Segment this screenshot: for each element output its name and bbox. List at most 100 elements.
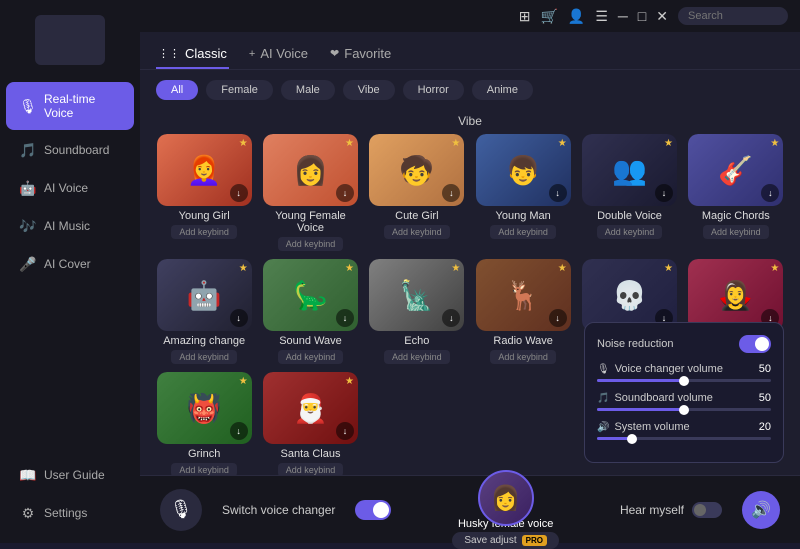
- filter-male[interactable]: Male: [281, 80, 335, 100]
- voice-thumb-sally: 🧛‍♀️ ★ ↓: [688, 259, 783, 331]
- voice-download-young-man[interactable]: ↓: [549, 184, 567, 202]
- filter-row: All Female Male Vibe Horror Anime: [140, 70, 800, 106]
- filter-anime[interactable]: Anime: [472, 80, 533, 100]
- menu-icon[interactable]: ☰: [595, 8, 608, 25]
- topbar-icons: ⊞ 🛒 👤 ☰ ─ □ ✕: [519, 8, 668, 25]
- voice-star-magic-chords: ★: [770, 138, 779, 149]
- sidebar-item-ai-cover[interactable]: 🎤 AI Cover: [6, 246, 134, 282]
- ai-cover-icon: 🎤: [20, 256, 36, 272]
- save-adjust-button[interactable]: Save adjust PRO: [452, 532, 559, 549]
- voice-download-grinch[interactable]: ↓: [230, 422, 248, 440]
- hear-myself-label: Hear myself: [620, 503, 684, 517]
- noise-reduction-toggle[interactable]: [739, 335, 771, 353]
- system-volume-row: 🔊 System volume 20: [597, 421, 771, 440]
- voice-thumb-cute-girl: 🧒 ★ ↓: [369, 134, 464, 206]
- filter-horror[interactable]: Horror: [403, 80, 464, 100]
- voice-keybind-magic-chords[interactable]: Add keybind: [703, 225, 769, 239]
- voice-download-sound-wave[interactable]: ↓: [336, 309, 354, 327]
- voice-changer-volume-thumb[interactable]: [679, 376, 689, 386]
- voice-card-sound-wave[interactable]: 🦕 ★ ↓ Sound Wave Add keybind: [262, 259, 358, 364]
- voice-keybind-sound-wave[interactable]: Add keybind: [278, 350, 344, 364]
- sidebar-item-settings[interactable]: ⚙ Settings: [6, 495, 134, 531]
- search-input[interactable]: [678, 7, 788, 25]
- active-voice-avatar: 👩: [478, 470, 534, 526]
- voice-card-young-female[interactable]: 👩 ★ ↓ Young Female Voice Add keybind: [262, 134, 358, 251]
- voice-keybind-radio-wave[interactable]: Add keybind: [490, 350, 556, 364]
- voice-keybind-young-girl[interactable]: Add keybind: [171, 225, 237, 239]
- close-icon[interactable]: ✕: [656, 8, 668, 25]
- system-volume-thumb[interactable]: [627, 434, 637, 444]
- soundboard-volume-track[interactable]: [597, 408, 771, 411]
- voice-changer-volume-row: 🎙 Voice changer volume 50: [597, 363, 771, 382]
- voice-card-amazing-change[interactable]: 🤖 ★ ↓ Amazing change Add keybind: [156, 259, 252, 364]
- voice-download-amazing-change[interactable]: ↓: [230, 309, 248, 327]
- shop-icon[interactable]: 🛒: [540, 8, 557, 25]
- voice-download-radio-wave[interactable]: ↓: [549, 309, 567, 327]
- voice-changer-toggle[interactable]: [355, 500, 391, 520]
- system-volume-track[interactable]: [597, 437, 771, 440]
- mic-button[interactable]: 🎙: [160, 489, 202, 531]
- voice-card-young-man[interactable]: 👦 ★ ↓ Young Man Add keybind: [475, 134, 571, 251]
- sidebar-label-soundboard: Soundboard: [44, 143, 109, 157]
- voice-keybind-cute-girl[interactable]: Add keybind: [384, 225, 450, 239]
- sidebar-label-ai-music: AI Music: [44, 219, 90, 233]
- sidebar-item-soundboard[interactable]: 🎵 Soundboard: [6, 132, 134, 168]
- voice-card-cute-girl[interactable]: 🧒 ★ ↓ Cute Girl Add keybind: [369, 134, 465, 251]
- user-icon[interactable]: 👤: [568, 8, 585, 25]
- voice-download-young-female[interactable]: ↓: [336, 184, 354, 202]
- nav-tab-label-favorite: Favorite: [344, 46, 391, 61]
- filter-vibe[interactable]: Vibe: [343, 80, 395, 100]
- sidebar-item-realtime-voice[interactable]: 🎙 Real-time Voice: [6, 82, 134, 130]
- voice-card-santa-claus[interactable]: 🎅 ★ ↓ Santa Claus Add keybind: [262, 372, 358, 477]
- voice-star-echo: ★: [451, 263, 460, 274]
- voice-star-radio-wave: ★: [558, 263, 567, 274]
- voice-download-santa-claus[interactable]: ↓: [336, 422, 354, 440]
- soundboard-volume-value: 50: [759, 392, 771, 404]
- voice-download-double-voice[interactable]: ↓: [655, 184, 673, 202]
- speaker-button[interactable]: 🔊: [742, 491, 780, 529]
- voice-star-grinch: ★: [239, 376, 248, 387]
- voice-card-magic-chords[interactable]: 🎸 ★ ↓ Magic Chords Add keybind: [688, 134, 784, 251]
- voice-download-young-girl[interactable]: ↓: [230, 184, 248, 202]
- discord-icon[interactable]: ⊞: [519, 8, 531, 25]
- voice-keybind-amazing-change[interactable]: Add keybind: [171, 350, 237, 364]
- voice-star-sound-wave: ★: [345, 263, 354, 274]
- voice-thumb-double-voice: 👥 ★ ↓: [582, 134, 677, 206]
- sidebar-item-user-guide[interactable]: 📖 User Guide: [6, 457, 134, 493]
- voice-thumb-young-girl: 👩‍🦰 ★ ↓: [157, 134, 252, 206]
- voice-name-radio-wave: Radio Wave: [493, 335, 553, 347]
- soundboard-volume-thumb[interactable]: [679, 405, 689, 415]
- voice-card-double-voice[interactable]: 👥 ★ ↓ Double Voice Add keybind: [581, 134, 677, 251]
- sidebar: 🎙 Real-time Voice 🎵 Soundboard 🤖 AI Voic…: [0, 0, 140, 543]
- minimize-icon[interactable]: ─: [618, 8, 628, 24]
- hear-myself-toggle[interactable]: [692, 502, 722, 518]
- voice-changer-volume-track[interactable]: [597, 379, 771, 382]
- bottom-bar: 🎙 Switch voice changer 👩 Husky female vo…: [140, 475, 800, 543]
- filter-all[interactable]: All: [156, 80, 198, 100]
- nav-tab-classic[interactable]: ⋮⋮Classic: [156, 40, 229, 69]
- voice-keybind-double-voice[interactable]: Add keybind: [597, 225, 663, 239]
- sidebar-label-realtime-voice: Real-time Voice: [44, 92, 120, 120]
- nav-tab-ai-voice[interactable]: +AI Voice: [247, 40, 310, 69]
- maximize-icon[interactable]: □: [638, 8, 646, 24]
- filter-female[interactable]: Female: [206, 80, 273, 100]
- voice-name-magic-chords: Magic Chords: [702, 210, 770, 222]
- topbar: ⊞ 🛒 👤 ☰ ─ □ ✕: [140, 0, 800, 32]
- realtime-voice-icon: 🎙: [20, 98, 36, 114]
- voice-thumb-echo: 🗽 ★ ↓: [369, 259, 464, 331]
- voice-keybind-young-man[interactable]: Add keybind: [490, 225, 556, 239]
- voice-keybind-young-female[interactable]: Add keybind: [278, 237, 344, 251]
- voice-card-young-girl[interactable]: 👩‍🦰 ★ ↓ Young Girl Add keybind: [156, 134, 252, 251]
- sidebar-item-ai-music[interactable]: 🎶 AI Music: [6, 208, 134, 244]
- system-volume-label: 🔊 System volume: [597, 421, 690, 433]
- voice-card-echo[interactable]: 🗽 ★ ↓ Echo Add keybind: [369, 259, 465, 364]
- sidebar-item-ai-voice[interactable]: 🤖 AI Voice: [6, 170, 134, 206]
- voice-keybind-echo[interactable]: Add keybind: [384, 350, 450, 364]
- app-logo: [35, 15, 105, 65]
- sidebar-label-ai-voice: AI Voice: [44, 181, 88, 195]
- voice-card-grinch[interactable]: 👹 ★ ↓ Grinch Add keybind: [156, 372, 252, 477]
- voice-star-young-man: ★: [558, 138, 567, 149]
- voice-card-radio-wave[interactable]: 🦌 ★ ↓ Radio Wave Add keybind: [475, 259, 571, 364]
- nav-tab-favorite[interactable]: ❤Favorite: [328, 40, 393, 69]
- voice-name-grinch: Grinch: [188, 448, 220, 460]
